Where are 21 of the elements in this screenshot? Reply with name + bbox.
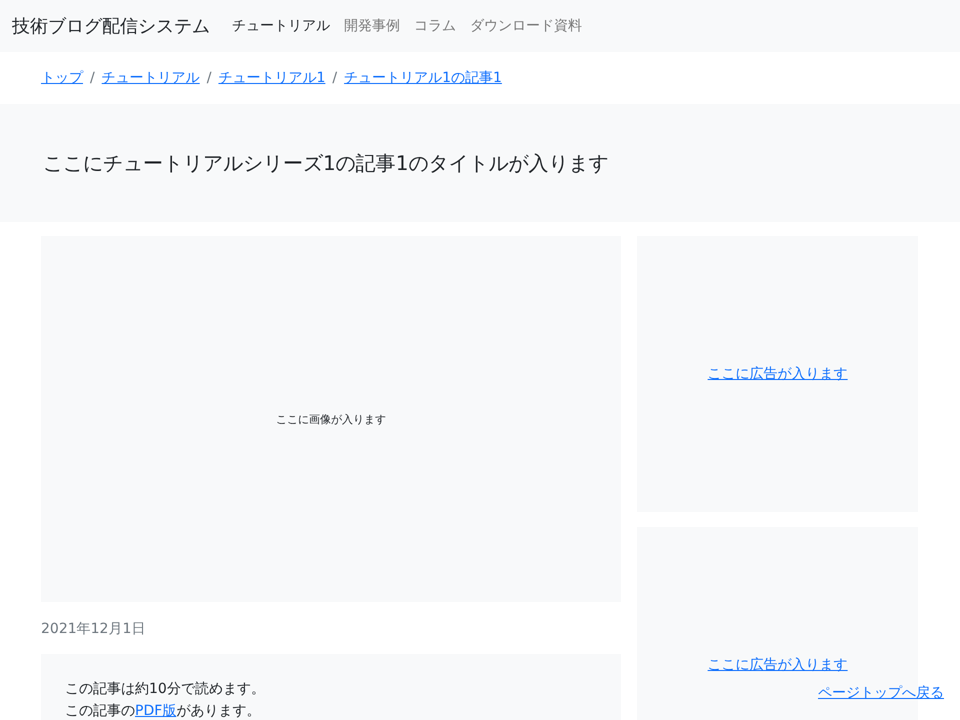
reading-time-text: この記事は約10分で読めます。 [65,680,266,699]
page-top-link[interactable]: ページトップへ戻る [818,684,944,702]
breadcrumb-link[interactable]: チュートリアル1の記事1 [344,69,502,87]
nav-link[interactable]: ダウンロード資料 [470,17,582,35]
breadcrumb-separator: / [206,70,212,86]
breadcrumb-separator: / [90,70,95,86]
image-placeholder-text: ここに画像が入ります [276,412,386,426]
breadcrumb-link[interactable]: チュートリアル [102,69,200,87]
nav-link[interactable]: コラム [414,17,456,35]
breadcrumb-link[interactable]: チュートリアル1 [218,69,326,87]
pdf-notice-text: この記事のPDF版があります。 [65,702,262,720]
breadcrumb-separator: / [332,70,338,86]
pdf-link[interactable]: PDF版 [135,703,176,719]
post-date: 2021年12月1日 [41,620,146,638]
breadcrumb-link[interactable]: トップ [41,69,83,87]
ad-link[interactable]: ここに広告が入ります [708,365,848,383]
brand-link[interactable]: 技術ブログ配信システム [12,14,210,38]
ad-link[interactable]: ここに広告が入ります [708,656,848,674]
nav-link[interactable]: 開発事例 [344,17,400,35]
page-title: ここにチュートリアルシリーズ1の記事1のタイトルが入ります [43,150,608,176]
nav-link[interactable]: チュートリアル [232,17,330,35]
